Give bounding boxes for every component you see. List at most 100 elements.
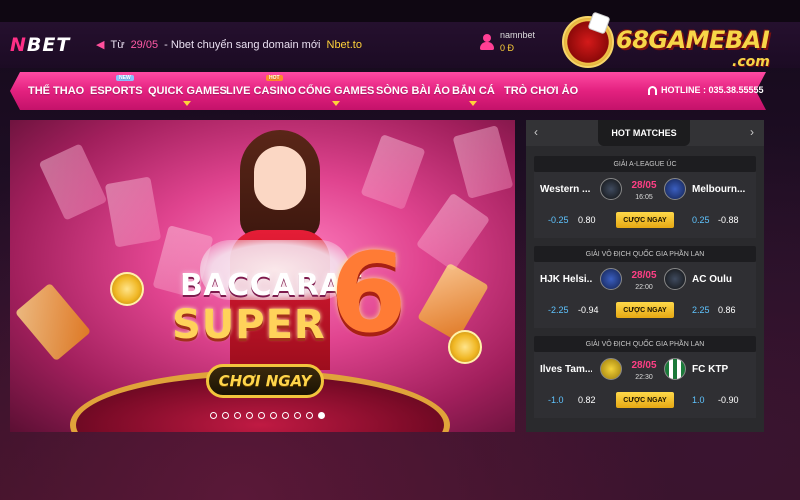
away-handicap[interactable]: 2.25 bbox=[692, 305, 710, 315]
team-crest-icon bbox=[600, 178, 622, 200]
chevron-down-icon bbox=[183, 101, 192, 106]
hotline[interactable]: HOTLINE : 035.38.55555 bbox=[648, 85, 764, 95]
match-card: GIẢI VÔ ĐỊCH QUỐC GIA PHẦN LAN Ilves Tam… bbox=[534, 336, 756, 418]
user-account[interactable]: namnbet 0 Đ bbox=[480, 30, 535, 53]
league-name: GIẢI A-LEAGUE ÚC bbox=[534, 156, 756, 172]
nav-item[interactable]: TRÒ CHƠI ẢO bbox=[504, 85, 578, 97]
nav-item[interactable]: QUICK GAMES bbox=[148, 85, 227, 106]
hotline-text: HOTLINE : 035.38.55555 bbox=[661, 85, 764, 95]
home-handicap[interactable]: -2.25 bbox=[548, 305, 569, 315]
megaphone-icon: ◀ bbox=[96, 39, 105, 51]
match-time: 16:05 bbox=[635, 194, 653, 201]
team-crest-icon bbox=[664, 268, 686, 290]
card-decoration bbox=[360, 134, 426, 210]
nav-item-label: THỂ THAO bbox=[28, 85, 85, 97]
headset-icon bbox=[648, 85, 657, 95]
user-icon bbox=[480, 33, 494, 50]
nav-item[interactable]: SÒNG BÀI ẢO bbox=[376, 85, 450, 97]
nav-item[interactable]: CỔNG GAMES bbox=[298, 85, 374, 106]
watermark-text: 68GAMEBAI bbox=[616, 26, 770, 54]
slide-dot[interactable] bbox=[210, 412, 217, 419]
announcement-prefix: Từ bbox=[110, 38, 125, 51]
match-date: 28/05 bbox=[631, 270, 657, 281]
coin-icon bbox=[448, 330, 482, 364]
chevron-right-icon[interactable]: › bbox=[750, 125, 754, 139]
slide-dot[interactable] bbox=[282, 412, 289, 419]
slide-dot[interactable] bbox=[246, 412, 253, 419]
away-odds[interactable]: 0.86 bbox=[718, 305, 736, 315]
home-handicap[interactable]: -1.0 bbox=[548, 395, 564, 405]
slide-dot[interactable] bbox=[222, 412, 229, 419]
team-crest-icon bbox=[600, 268, 622, 290]
nav-item[interactable]: BẮN CÁ bbox=[452, 85, 495, 106]
home-handicap[interactable]: -0.25 bbox=[548, 215, 569, 225]
chevron-down-icon bbox=[332, 101, 341, 106]
card-decoration bbox=[38, 143, 108, 221]
home-team: HJK Helsi... bbox=[540, 274, 592, 285]
bet-now-button[interactable]: CƯỢC NGAY bbox=[616, 212, 674, 228]
away-team: FC KTP bbox=[692, 364, 729, 375]
team-crest-icon bbox=[664, 358, 686, 380]
match-card: GIẢI VÔ ĐỊCH QUỐC GIA PHẦN LAN HJK Helsi… bbox=[534, 246, 756, 328]
hot-matches-panel: ‹ HOT MATCHES › GIẢI A-LEAGUE ÚC Western… bbox=[526, 120, 764, 432]
league-name: GIẢI VÔ ĐỊCH QUỐC GIA PHẦN LAN bbox=[534, 246, 756, 262]
nav-item-label: BẮN CÁ bbox=[452, 85, 495, 97]
user-balance: 0 Đ bbox=[500, 43, 515, 53]
announcement-date: 29/05 bbox=[130, 38, 159, 51]
away-odds[interactable]: -0.90 bbox=[718, 395, 739, 405]
play-now-button[interactable]: CHƠI NGAY bbox=[206, 364, 324, 398]
home-team: Ilves Tam... bbox=[540, 364, 592, 375]
card-decoration bbox=[104, 176, 162, 248]
match-time: 22:30 bbox=[635, 374, 653, 381]
nav-badge: NEW bbox=[116, 75, 134, 81]
banner-title-line2: SUPER bbox=[172, 302, 326, 348]
nav-item[interactable]: ESPORTS NEW bbox=[90, 75, 143, 97]
slide-dot[interactable] bbox=[318, 412, 325, 419]
slide-dot[interactable] bbox=[270, 412, 277, 419]
match-card: GIẢI A-LEAGUE ÚC Western ... 28/05 16:05… bbox=[534, 156, 756, 238]
bet-now-button[interactable]: CƯỢC NGAY bbox=[616, 302, 674, 318]
team-crest-icon bbox=[600, 358, 622, 380]
chevron-left-icon[interactable]: ‹ bbox=[534, 125, 538, 139]
hot-matches-header: ‹ HOT MATCHES › bbox=[526, 120, 764, 146]
slide-dot[interactable] bbox=[306, 412, 313, 419]
slide-dot[interactable] bbox=[258, 412, 265, 419]
league-name: GIẢI VÔ ĐỊCH QUỐC GIA PHẦN LAN bbox=[534, 336, 756, 352]
watermark-logo: 68GAMEBAI .com bbox=[562, 11, 794, 74]
away-odds[interactable]: -0.88 bbox=[718, 215, 739, 225]
promo-banner[interactable]: BACCARAT SUPER 6 CHƠI NGAY bbox=[10, 120, 515, 432]
match-date: 28/05 bbox=[631, 360, 657, 371]
team-crest-icon bbox=[664, 178, 686, 200]
watermark-subtext: .com bbox=[732, 54, 770, 70]
slide-dot[interactable] bbox=[234, 412, 241, 419]
slide-indicators bbox=[210, 412, 325, 419]
nav-item-label: LIVE CASINO bbox=[226, 85, 297, 97]
away-team: Melbourn... bbox=[692, 184, 746, 195]
announcement-domain[interactable]: Nbet.to bbox=[327, 39, 362, 51]
card-decoration bbox=[415, 192, 491, 272]
logo-prefix: N bbox=[10, 34, 27, 56]
away-handicap[interactable]: 0.25 bbox=[692, 215, 710, 225]
home-team: Western ... bbox=[540, 184, 591, 195]
card-decoration bbox=[14, 282, 92, 362]
slide-dot[interactable] bbox=[294, 412, 301, 419]
match-time: 22:00 bbox=[635, 284, 653, 291]
nav-item-label: QUICK GAMES bbox=[148, 85, 227, 97]
bet-now-button[interactable]: CƯỢC NGAY bbox=[616, 392, 674, 408]
home-odds[interactable]: 0.82 bbox=[578, 395, 596, 405]
match-date: 28/05 bbox=[631, 180, 657, 191]
nav-item-label: ESPORTS bbox=[90, 85, 143, 97]
nav-item[interactable]: THỂ THAO bbox=[28, 85, 84, 97]
away-team: AC Oulu bbox=[692, 274, 732, 285]
home-odds[interactable]: 0.80 bbox=[578, 215, 596, 225]
site-logo[interactable]: NBET bbox=[10, 34, 70, 56]
home-odds[interactable]: -0.94 bbox=[578, 305, 599, 315]
away-handicap[interactable]: 1.0 bbox=[692, 395, 705, 405]
nav-item-label: TRÒ CHƠI ẢO bbox=[504, 85, 579, 97]
chevron-down-icon bbox=[469, 101, 478, 106]
logo-suffix: BET bbox=[26, 34, 71, 56]
card-decoration bbox=[417, 262, 489, 342]
announcement-ticker[interactable]: ◀ Từ 29/05 - Nbet chuyển sang domain mới… bbox=[96, 38, 362, 52]
nav-item[interactable]: LIVE CASINO HOT bbox=[226, 75, 297, 97]
banner-title-number: 6 bbox=[330, 229, 407, 357]
